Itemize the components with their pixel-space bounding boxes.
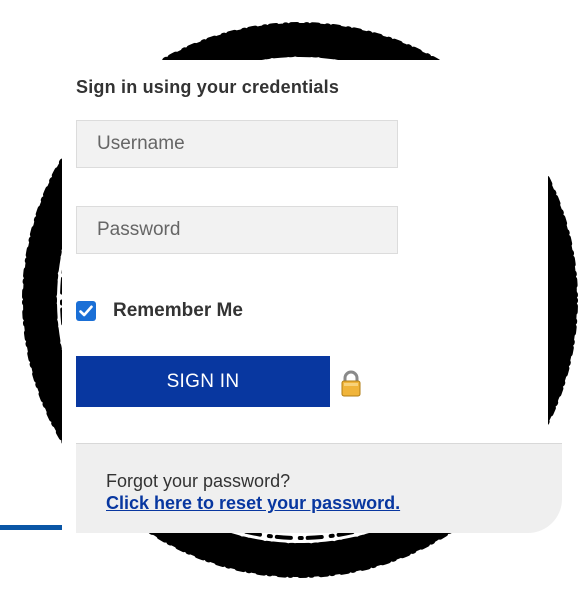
forgot-password-panel: Forgot your password? Click here to rese… [76, 443, 562, 533]
remember-me: Remember Me [76, 300, 243, 322]
login-screen: Sign in using your credentials Remember … [0, 0, 587, 592]
login-card: Sign in using your credentials Remember … [62, 60, 562, 533]
forgot-password-text: Forgot your password? [106, 471, 291, 491]
accent-line [0, 525, 70, 530]
page-title: Sign in using your credentials [76, 77, 340, 97]
sign-in-button[interactable]: SIGN IN [76, 356, 330, 407]
password-field[interactable] [76, 206, 398, 254]
username-field[interactable] [76, 120, 398, 168]
check-icon [79, 305, 93, 317]
reset-password-link[interactable]: Click here to reset your password. [106, 492, 400, 514]
remember-me-label: Remember Me [113, 300, 243, 321]
padlock-icon [341, 370, 361, 397]
remember-me-checkbox[interactable] [76, 301, 96, 321]
